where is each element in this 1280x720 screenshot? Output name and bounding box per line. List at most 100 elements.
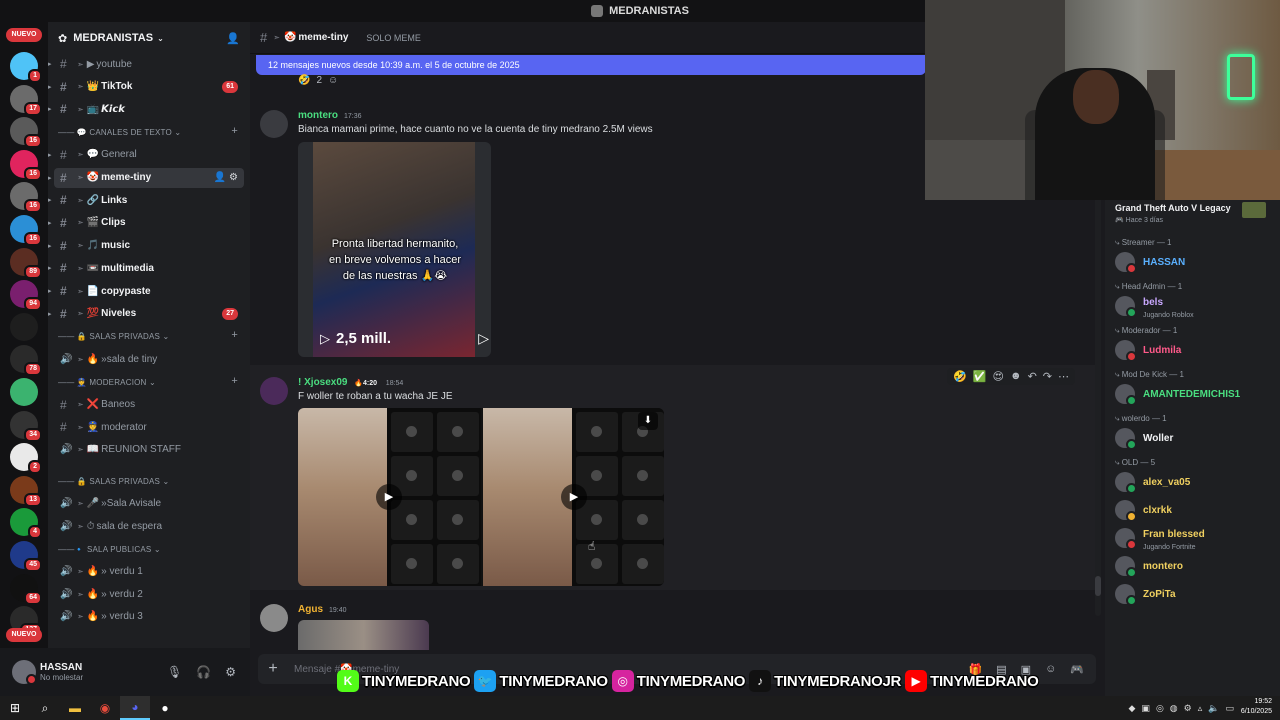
member-item[interactable]: Woller [1115, 427, 1173, 450]
member-item[interactable]: bels Jugando Roblox [1115, 295, 1194, 319]
server-icon[interactable]: 34 [10, 410, 42, 442]
channel-category[interactable]: —— 🔒 Salas Privadas ⌄ + [58, 329, 244, 341]
server-icon[interactable]: 13 [10, 475, 42, 507]
server-icon[interactable] [10, 378, 38, 406]
channel-text[interactable]: ▸ # ➣ 📄 copypaste [48, 281, 244, 301]
laugh-reaction-icon[interactable]: 🤣 [953, 370, 967, 383]
avatar[interactable] [1115, 528, 1137, 550]
channel-pub[interactable]: 🔊 ➣ 🔥» verdu 3 [54, 607, 244, 627]
reply-icon[interactable]: ↶ [1028, 370, 1037, 383]
add-channel-icon[interactable]: + [231, 375, 238, 387]
social-handle[interactable]: K TINYMEDRANO [337, 670, 471, 692]
channel-pub[interactable]: 🔊 ➣ 🔥» verdu 2 [54, 584, 244, 604]
expand-arrow-icon[interactable]: ▸ [48, 219, 52, 227]
volume-icon[interactable]: 🔈 [1208, 703, 1219, 714]
server-icon[interactable] [10, 312, 38, 341]
clock[interactable]: 19:52 6/10/2025 [1241, 697, 1272, 717]
server-icon[interactable]: 16 [10, 215, 42, 246]
channel-category[interactable]: ——🔹 SALA PUBLICAS ⌄ [58, 545, 244, 554]
more-icon[interactable]: ⋯ [1058, 370, 1069, 383]
tray-icon[interactable]: ◎ [1156, 703, 1164, 714]
server-icon[interactable]: 94 [10, 280, 42, 312]
add-reaction-icon[interactable]: ☺ [328, 75, 338, 86]
wifi-icon[interactable]: ▵ [1198, 703, 1203, 714]
author-name[interactable]: Xjosex09 [304, 377, 347, 388]
expand-arrow-icon[interactable]: ▸ [48, 196, 52, 204]
member-item[interactable]: clxrkk [1115, 499, 1172, 522]
social-handle[interactable]: ♪ TINYMEDRANOJR [749, 670, 901, 692]
channel-text[interactable]: ▸ # ➣ 🎵 music [48, 236, 244, 256]
avatar[interactable] [1115, 556, 1137, 578]
gear-icon[interactable]: ⚙ [225, 665, 236, 679]
member-item[interactable]: AMANTEDEMICHIS1 [1115, 383, 1240, 406]
member-item[interactable]: montero [1115, 555, 1183, 578]
game-controller-icon[interactable]: 🎮 [1070, 663, 1084, 676]
reaction-emoji[interactable]: 🤣 [298, 75, 310, 86]
tray-icon[interactable]: ◆ [1129, 703, 1136, 714]
expand-arrow-icon[interactable]: ▸ [48, 264, 52, 272]
expand-arrow-icon[interactable]: ▸ [48, 174, 52, 182]
avatar[interactable] [260, 604, 288, 632]
guild-header[interactable]: ✿ MEDRANISTAS ⌄ 👤 [48, 22, 250, 54]
play-icon[interactable]: ▶ [561, 484, 587, 510]
tray-icon[interactable]: ◍ [1170, 703, 1178, 714]
avatar[interactable] [260, 110, 288, 138]
check-reaction-icon[interactable]: ✅ [973, 370, 987, 383]
channel-mod[interactable]: # ➣ 👮 moderator [54, 417, 244, 437]
channel-priv2[interactable]: 🔊 ➣ 🎤 »Sala Avisale [54, 493, 244, 513]
forward-icon[interactable]: ↷ [1043, 370, 1052, 383]
expand-arrow-icon[interactable]: ▸ [48, 151, 52, 159]
expand-arrow-icon[interactable]: ▸ [48, 60, 52, 68]
member-item[interactable]: Fran blessed Jugando Fortnite [1115, 527, 1205, 551]
microphone-icon[interactable]: 🎙 [167, 665, 182, 679]
avatar[interactable] [1115, 340, 1137, 362]
video-clip[interactable]: ▶ [298, 408, 481, 586]
message-author[interactable]: montero 17:36 [298, 110, 362, 121]
headphones-icon[interactable]: 🎧 [196, 665, 211, 679]
file-explorer-icon[interactable]: ▬ [60, 696, 90, 720]
heart-eyes-reaction-icon[interactable]: 😍 [993, 370, 1004, 383]
channel-category[interactable]: —— 🔒 Salas Privadas ⌄ [58, 477, 244, 486]
add-channel-icon[interactable]: + [231, 329, 238, 341]
avatar[interactable] [1115, 384, 1137, 406]
expand-arrow-icon[interactable]: ▸ [48, 242, 52, 250]
social-handle[interactable]: 🐦 TINYMEDRANO [474, 670, 608, 692]
channel-text[interactable]: ▸ # ➣ 🔗 Links [48, 190, 244, 210]
invite-people-icon[interactable]: 👤 [226, 32, 240, 45]
avatar[interactable] [1115, 252, 1137, 274]
new-messages-banner[interactable]: 12 mensajes nuevos desde 10:39 a.m. el 5… [256, 55, 926, 75]
tray-icon[interactable]: ⚙ [1184, 703, 1192, 714]
chrome-icon[interactable]: ◉ [90, 696, 120, 720]
add-attachment-icon[interactable]: + [258, 660, 288, 678]
message-author[interactable]: ! Xjosex09 🔥4:20 18:54 [298, 377, 403, 388]
search-icon[interactable]: ⌕ [30, 696, 60, 720]
download-icon[interactable]: ⬇ [638, 412, 658, 430]
server-icon[interactable]: 64 [10, 573, 42, 605]
server-icon[interactable]: 16 [10, 149, 42, 181]
channel-mod[interactable]: 🔊 ➣ 📖 REUNION STAFF [54, 440, 244, 460]
expand-arrow-icon[interactable]: ▸ [48, 287, 52, 295]
message-author[interactable]: Agus 19:40 [298, 604, 347, 615]
add-channel-icon[interactable]: + [231, 125, 238, 137]
battery-icon[interactable]: ▭ [1225, 703, 1234, 714]
member-item[interactable]: ZoPiTa [1115, 583, 1176, 606]
server-icon[interactable]: 1 [10, 52, 42, 83]
channel-pub[interactable]: 🔊 ➣ 🔥» verdu 1 [54, 561, 244, 581]
server-icon[interactable]: 89 [10, 247, 42, 279]
channel-priv1[interactable]: 🔊 ➣ 🔥 »sala de tiny [54, 349, 244, 369]
avatar[interactable] [1115, 584, 1137, 606]
member-item[interactable]: Ludmila [1115, 339, 1181, 362]
avatar[interactable] [1115, 428, 1137, 450]
server-icon[interactable]: 16 [10, 182, 42, 214]
channel-text[interactable]: ▸ # ➣ 🤡 meme-tiny 👤 ⚙ [48, 167, 244, 188]
emoji-icon[interactable]: ☺ [1045, 663, 1056, 676]
avatar[interactable] [1115, 296, 1137, 318]
avatar[interactable] [260, 377, 288, 405]
expand-arrow-icon[interactable]: ▸ [48, 105, 52, 113]
channel-top[interactable]: ▸ # ➣ 👑 TikTok 61 [48, 77, 244, 97]
discord-icon[interactable]: ◕ [120, 696, 150, 720]
channel-category[interactable]: —— 💬 CANALES DE TEXTO ⌄ + [58, 125, 244, 137]
scrollbar-thumb[interactable] [1095, 576, 1101, 596]
channel-mod[interactable]: # ➣ ❌ Baneos [54, 395, 244, 415]
server-icon[interactable]: 78 [10, 345, 42, 377]
